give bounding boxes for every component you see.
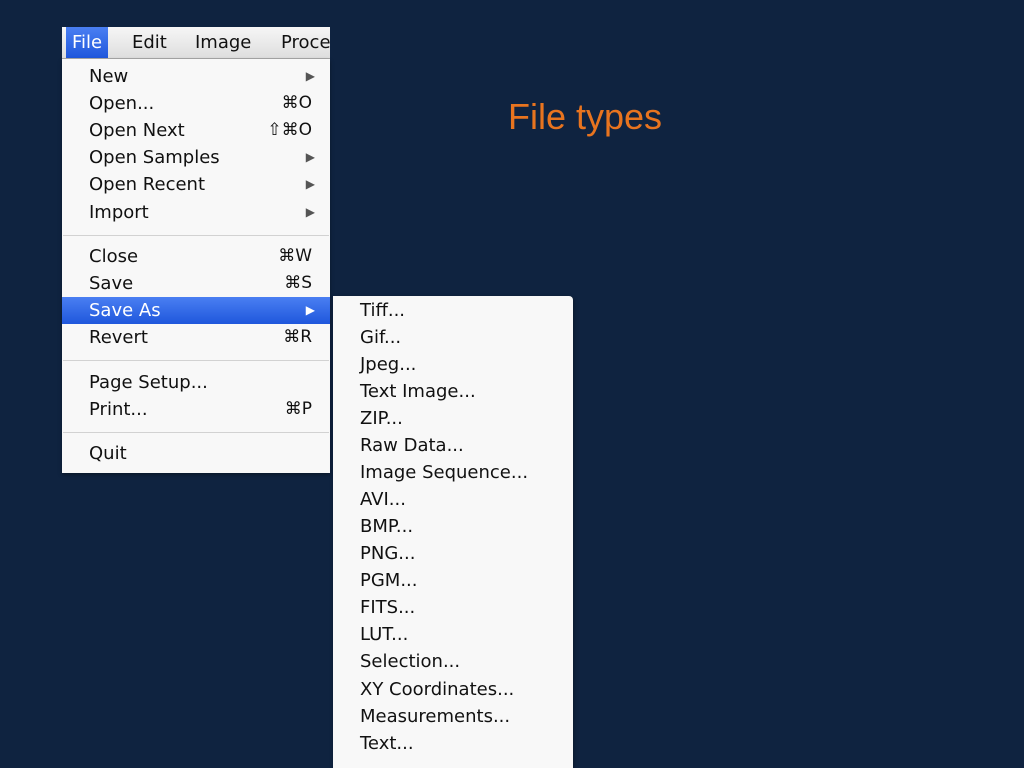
submenu-item-label: Text Image... — [360, 381, 476, 402]
menu-item-label: Page Setup... — [89, 372, 208, 393]
menu-item-label: Save As — [89, 300, 161, 321]
submenu-item-jpeg[interactable]: Jpeg... — [333, 351, 573, 378]
slide-title: File types — [508, 96, 663, 137]
submenu-item-tiff[interactable]: Tiff... — [333, 297, 573, 324]
save-as-submenu: Tiff... Gif... Jpeg... Text Image... ZIP… — [333, 296, 573, 768]
menu-item-close[interactable]: Close ⌘W — [62, 243, 330, 270]
file-menu: New ▶ Open... ⌘O Open Next ⇧⌘O Open Samp… — [62, 59, 330, 473]
menu-item-label: Import — [89, 202, 149, 223]
submenu-arrow-icon: ▶ — [305, 150, 315, 164]
menu-item-quit[interactable]: Quit — [62, 440, 330, 467]
submenu-item-zip[interactable]: ZIP... — [333, 405, 573, 432]
menu-item-revert[interactable]: Revert ⌘R — [62, 324, 330, 351]
menu-item-shortcut: ⌘O — [281, 93, 312, 113]
submenu-item-label: BMP... — [360, 516, 414, 537]
menu-item-label: Quit — [89, 443, 127, 464]
submenu-item-png[interactable]: PNG... — [333, 540, 573, 567]
submenu-item-label: Text... — [360, 733, 414, 754]
menu-item-shortcut: ⌘P — [284, 399, 312, 419]
menu-item-save-as[interactable]: Save As ▶ — [62, 297, 330, 324]
submenu-item-label: LUT... — [360, 624, 409, 645]
menu-item-label: Open... — [89, 93, 155, 114]
submenu-item-label: Tiff... — [360, 300, 406, 321]
submenu-item-label: PGM... — [360, 570, 418, 591]
submenu-arrow-icon: ▶ — [305, 205, 315, 219]
menu-item-shortcut: ⌘S — [284, 273, 312, 293]
menu-item-open-samples[interactable]: Open Samples ▶ — [62, 144, 330, 171]
menu-item-new[interactable]: New ▶ — [62, 63, 330, 90]
menu-item-label: Open Next — [89, 120, 185, 141]
submenu-item-label: Measurements... — [360, 706, 511, 727]
menu-item-print[interactable]: Print... ⌘P — [62, 396, 330, 423]
submenu-item-bmp[interactable]: BMP... — [333, 513, 573, 540]
menu-item-label: Open Samples — [89, 147, 220, 168]
menu-separator — [63, 432, 329, 433]
menubar-process[interactable]: Proce — [275, 27, 330, 58]
submenu-item-label: Raw Data... — [360, 435, 464, 456]
menu-item-label: Print... — [89, 399, 148, 420]
submenu-arrow-icon: ▶ — [305, 303, 315, 317]
submenu-item-label: Gif... — [360, 327, 402, 348]
menu-separator — [63, 235, 329, 236]
menu-item-label: Revert — [89, 327, 148, 348]
submenu-item-image-sequence[interactable]: Image Sequence... — [333, 459, 573, 486]
submenu-item-pgm[interactable]: PGM... — [333, 567, 573, 594]
submenu-arrow-icon: ▶ — [305, 69, 315, 83]
menubar-file[interactable]: File — [66, 27, 109, 58]
menu-item-open-next[interactable]: Open Next ⇧⌘O — [62, 117, 330, 144]
submenu-item-avi[interactable]: AVI... — [333, 486, 573, 513]
submenu-item-gif[interactable]: Gif... — [333, 324, 573, 351]
menu-separator — [63, 360, 329, 361]
submenu-item-label: Jpeg... — [360, 354, 417, 375]
submenu-item-xy-coordinates[interactable]: XY Coordinates... — [333, 676, 573, 703]
menu-item-shortcut: ⌘R — [283, 327, 312, 347]
menu-bar: File Edit Image Proce — [62, 27, 330, 59]
submenu-item-fits[interactable]: FITS... — [333, 594, 573, 621]
menu-item-open[interactable]: Open... ⌘O — [62, 90, 330, 117]
submenu-item-label: PNG... — [360, 543, 416, 564]
menu-item-label: Save — [89, 273, 134, 294]
submenu-arrow-icon: ▶ — [305, 177, 315, 191]
submenu-item-label: FITS... — [360, 597, 416, 618]
menu-item-shortcut: ⌘W — [278, 246, 312, 266]
submenu-item-label: AVI... — [360, 489, 406, 510]
submenu-item-label: Selection... — [360, 651, 461, 672]
menubar-edit[interactable]: Edit — [126, 27, 173, 58]
menu-item-label: Open Recent — [89, 174, 206, 195]
menubar-image[interactable]: Image — [189, 27, 257, 58]
submenu-item-raw-data[interactable]: Raw Data... — [333, 432, 573, 459]
menu-item-shortcut: ⇧⌘O — [267, 120, 312, 140]
menu-item-label: Close — [89, 246, 139, 267]
submenu-item-label: ZIP... — [360, 408, 403, 429]
submenu-item-measurements[interactable]: Measurements... — [333, 703, 573, 730]
submenu-item-label: Image Sequence... — [360, 462, 529, 483]
menu-item-open-recent[interactable]: Open Recent ▶ — [62, 171, 330, 198]
menu-item-page-setup[interactable]: Page Setup... — [62, 369, 330, 396]
menu-item-import[interactable]: Import ▶ — [62, 199, 330, 226]
submenu-item-lut[interactable]: LUT... — [333, 621, 573, 648]
menu-item-label: New — [89, 66, 129, 87]
submenu-item-selection[interactable]: Selection... — [333, 648, 573, 675]
submenu-item-label: XY Coordinates... — [360, 679, 515, 700]
submenu-item-text[interactable]: Text... — [333, 730, 573, 757]
menu-item-save[interactable]: Save ⌘S — [62, 270, 330, 297]
submenu-item-text-image[interactable]: Text Image... — [333, 378, 573, 405]
